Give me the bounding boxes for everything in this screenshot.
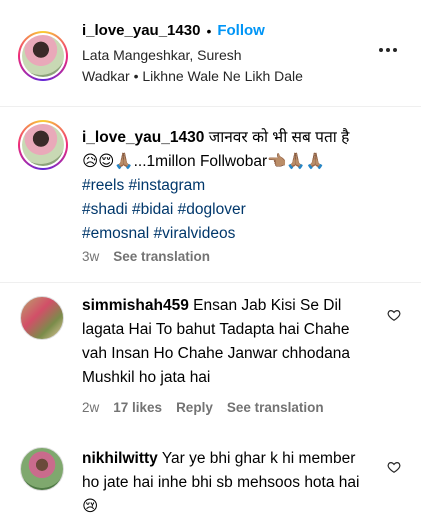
author-avatar[interactable] [18,31,68,81]
see-translation-button[interactable]: See translation [227,400,324,415]
post-header: i_love_yau_1430 • Follow Lata Mangeshkar… [0,0,421,107]
audio-line-1: Lata Mangeshkar, Suresh [82,47,242,63]
author-username[interactable]: i_love_yau_1430 [82,22,200,39]
commenter-avatar[interactable] [20,447,64,491]
comment-meta: 2w 17 likes Reply See translation [82,400,324,415]
hashtag-line[interactable]: #reels #instagram [82,174,412,198]
comment-text: simmishah459 Ensan Jab Kisi Se Dil lagat… [82,294,367,390]
caption-body-2: 😥😌🙏🏽...1millon Follwobar👈🏽🙏🏽🙏🏽 [82,153,326,170]
caption-meta: 3w See translation [82,249,210,264]
hashtag-line[interactable]: #emosnal #viralvideos [82,222,412,246]
more-options-icon[interactable] [379,48,397,52]
comment-text: nikhilwitty Yar ye bhi ghar k hi member … [82,447,367,519]
comment-likes[interactable]: 17 likes [113,400,162,415]
comment-item: nikhilwitty Yar ye bhi ghar k hi member … [0,435,421,521]
heart-outline-icon[interactable] [387,308,401,322]
caption-time[interactable]: 3w [82,249,99,264]
follow-button[interactable]: Follow [217,22,265,39]
see-translation-button[interactable]: See translation [113,249,210,264]
heart-outline-icon[interactable] [387,460,401,474]
audio-line-2: Wadkar • Likhne Wale Ne Likh Dale [82,68,303,84]
commenter-avatar[interactable] [20,296,64,340]
commenter-username[interactable]: simmishah459 [82,297,189,314]
caption-body: जानवर को भी सब पता है [208,129,350,146]
post-caption: i_love_yau_1430 जानवर को भी सब पता है 😥😌… [0,108,421,283]
reply-button[interactable]: Reply [176,400,213,415]
separator-dot: • [206,22,212,39]
caption-username[interactable]: i_love_yau_1430 [82,129,204,146]
caption-avatar[interactable] [18,120,68,170]
caption-text: i_love_yau_1430 जानवर को भी सब पता है 😥😌… [82,126,412,246]
comment-time[interactable]: 2w [82,400,99,415]
audio-info[interactable]: Lata Mangeshkar, Suresh Wadkar • Likhne … [82,45,372,87]
hashtag-line[interactable]: #shadi #bidai #doglover [82,198,412,222]
comment-item: simmishah459 Ensan Jab Kisi Se Dil lagat… [0,284,421,424]
commenter-username[interactable]: nikhilwitty [82,450,158,467]
